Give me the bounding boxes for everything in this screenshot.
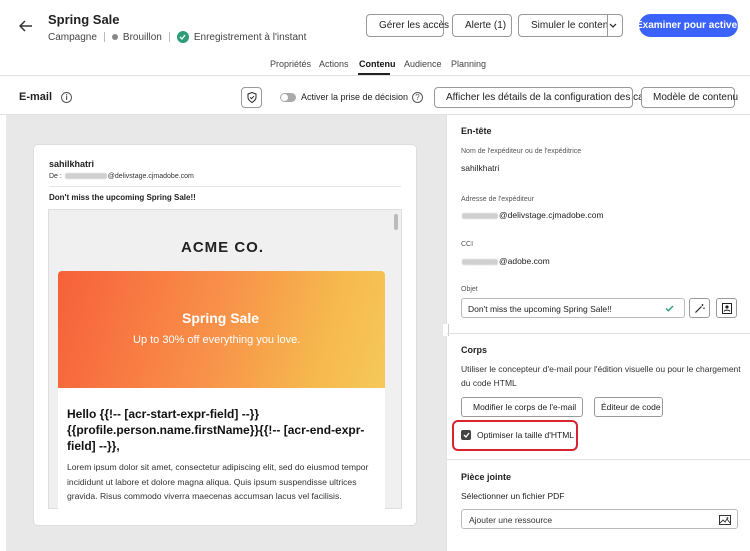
- help-icon[interactable]: ?: [412, 92, 423, 103]
- simulate-content-button[interactable]: Simuler le contenu: [518, 14, 614, 37]
- tab-properties[interactable]: Propriétés: [270, 59, 311, 69]
- decision-toggle-label: Activer la prise de décision: [301, 92, 409, 102]
- bcc-domain: @adobe.com: [499, 256, 550, 266]
- hero-subtitle: Up to 30% off everything you love.: [133, 334, 301, 346]
- divider: [49, 186, 401, 187]
- manage-access-button[interactable]: Gérer les accès: [366, 14, 449, 37]
- bcc-value[interactable]: @adobe.com: [461, 256, 550, 266]
- checkmark-icon: [665, 305, 674, 312]
- from-prefix: De :: [49, 173, 62, 180]
- header-section-title: En-tête: [461, 126, 492, 136]
- simulate-dropdown-button[interactable]: [607, 14, 623, 37]
- email-from-line: De : @delivstage.cjmadobe.com: [49, 173, 194, 180]
- chevron-down-icon: [609, 23, 616, 28]
- personalization-icon: [721, 302, 732, 314]
- sender-address-value[interactable]: @delivstage.cjmadobe.com: [461, 210, 604, 220]
- status-badge: Brouillon: [122, 31, 162, 43]
- ai-assist-button[interactable]: [689, 298, 710, 318]
- optimize-html-label[interactable]: Optimiser la taille d'HTML: [477, 430, 574, 440]
- personalization-button[interactable]: [716, 298, 737, 318]
- code-editor-button[interactable]: Éditeur de code: [594, 397, 663, 417]
- status-dot: [111, 34, 118, 40]
- shield-icon: [247, 92, 256, 103]
- divider: [447, 459, 750, 460]
- divider: [168, 32, 170, 42]
- back-button[interactable]: [14, 14, 38, 38]
- email-subject: Don't miss the upcoming Spring Sale!!: [49, 193, 196, 202]
- subject-input[interactable]: Don't miss the upcoming Spring Sale!!: [461, 298, 685, 318]
- redacted-email: [462, 212, 498, 219]
- sender-name-label: Nom de l'expéditeur ou de l'expéditrice: [461, 148, 582, 155]
- redacted-email: [462, 258, 498, 265]
- tab-audience[interactable]: Audience: [404, 59, 442, 69]
- attachment-description: Sélectionner un fichier PDF: [461, 491, 565, 501]
- sender-address-label: Adresse de l'expéditeur: [461, 196, 534, 203]
- email-body-text: Lorem ipsum dolor sit amet, consectetur …: [67, 462, 369, 501]
- tab-planning[interactable]: Planning: [451, 59, 486, 69]
- simulate-label: Simuler le contenu: [531, 20, 614, 31]
- magic-wand-icon: [695, 303, 705, 313]
- alert-button[interactable]: Alerte (1): [452, 14, 512, 37]
- from-domain: @delivstage.cjmadobe.com: [107, 173, 194, 180]
- tab-content[interactable]: Contenu: [359, 59, 396, 69]
- image-icon[interactable]: [719, 515, 731, 525]
- save-status: Enregistrement à l'instant: [193, 31, 307, 43]
- channel-title: E-mail i: [19, 91, 73, 103]
- attachment-section-title: Pièce jointe: [461, 472, 512, 482]
- email-greeting: Hello {{!-- [acr-start-expr-field] --}}{…: [67, 407, 365, 453]
- add-resource-label: Ajouter une ressource: [469, 515, 553, 525]
- panel-collapse-handle[interactable]: [443, 324, 449, 336]
- review-activate-button[interactable]: Examiner pour activer: [636, 14, 741, 37]
- sender-address-domain: @delivstage.cjmadobe.com: [499, 210, 604, 220]
- optimize-html-checkbox[interactable]: [461, 430, 471, 440]
- body-description: Utiliser le concepteur d'e-mail pour l'é…: [461, 364, 741, 388]
- hero-banner: [58, 271, 385, 388]
- body-section-title: Corps: [461, 345, 488, 355]
- divider: [103, 32, 105, 42]
- email-sender: sahilkhatri: [49, 159, 95, 169]
- sender-name-value[interactable]: sahilkhatri: [461, 163, 499, 173]
- edit-email-body-button[interactable]: Modifier le corps de l'e-mail: [461, 397, 583, 417]
- subject-input-value: Don't miss the upcoming Spring Sale!!: [468, 304, 612, 314]
- subject-label: Objet: [461, 286, 478, 293]
- channel-title-text: E-mail: [19, 91, 53, 103]
- alert-label: Alerte (1): [465, 20, 507, 31]
- bcc-label: CCI: [461, 241, 474, 248]
- arrow-left-icon: [19, 20, 32, 32]
- hero-title: Spring Sale: [182, 310, 260, 326]
- channel-config-label: Afficher les détails de la configuration…: [446, 92, 666, 103]
- add-resource-field[interactable]: Ajouter une ressource: [461, 509, 738, 529]
- campaign-meta: Campagne Brouillon Enregistrement à l'in…: [48, 31, 306, 43]
- decision-toggle[interactable]: [280, 93, 296, 102]
- tab-actions[interactable]: Actions: [319, 59, 349, 69]
- active-tab-indicator: [358, 73, 390, 75]
- brand-logo: ACME CO.: [181, 239, 264, 256]
- checkmark-icon: [463, 432, 470, 438]
- divider: [447, 333, 750, 334]
- redacted-email: [64, 173, 107, 180]
- info-icon[interactable]: i: [61, 91, 73, 103]
- manage-access-label: Gérer les accès: [379, 20, 450, 31]
- preview-scrollbar[interactable]: [394, 214, 398, 230]
- channel-config-button[interactable]: Afficher les détails de la configuration…: [434, 87, 665, 108]
- page-title: Spring Sale: [48, 12, 120, 27]
- content-template-label: Modèle de contenu: [653, 92, 739, 103]
- edit-email-body-label: Modifier le corps de l'e-mail: [473, 402, 577, 412]
- campaign-type: Campagne: [48, 31, 97, 43]
- shield-button[interactable]: [241, 87, 262, 108]
- check-circle-icon: [176, 31, 189, 43]
- content-template-button[interactable]: Modèle de contenu: [641, 87, 739, 108]
